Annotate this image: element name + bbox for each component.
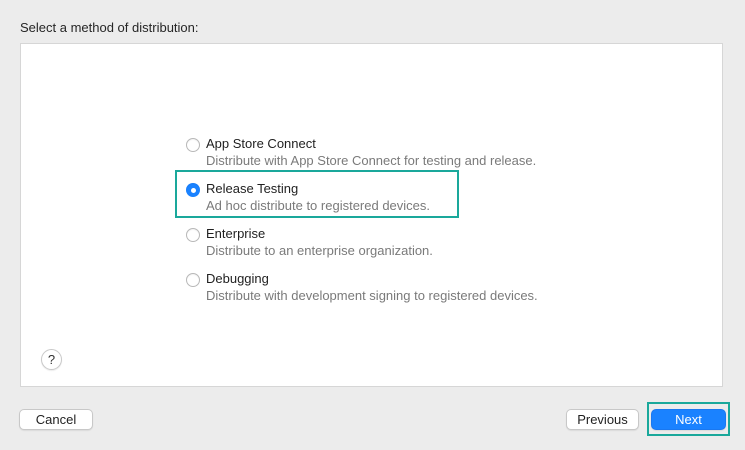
option-title: Release Testing	[206, 181, 299, 196]
help-button[interactable]: ?	[41, 349, 62, 370]
next-button[interactable]: Next	[651, 409, 726, 430]
radio-release-testing[interactable]	[186, 183, 200, 197]
radio-debugging[interactable]	[186, 273, 200, 287]
option-title: App Store Connect	[206, 136, 316, 151]
option-title: Debugging	[206, 271, 269, 286]
radio-dot-icon	[190, 187, 196, 193]
option-description: Ad hoc distribute to registered devices.	[206, 198, 431, 213]
dialog-heading: Select a method of distribution:	[20, 20, 199, 35]
option-title: Enterprise	[206, 226, 266, 241]
option-description: Distribute to an enterprise organization…	[206, 243, 433, 258]
radio-app-store-connect[interactable]	[186, 138, 200, 152]
distribution-dialog: Select a method of distribution: App Sto…	[0, 0, 745, 450]
previous-button[interactable]: Previous	[566, 409, 639, 430]
option-description: Distribute with App Store Connect for te…	[206, 153, 537, 168]
option-debugging[interactable]: Debugging Distribute with development si…	[186, 269, 566, 305]
option-release-testing[interactable]: Release Testing Ad hoc distribute to reg…	[186, 179, 456, 215]
radio-enterprise[interactable]	[186, 228, 200, 242]
cancel-button[interactable]: Cancel	[19, 409, 93, 430]
option-app-store-connect[interactable]: App Store Connect Distribute with App St…	[186, 134, 566, 170]
option-enterprise[interactable]: Enterprise Distribute to an enterprise o…	[186, 224, 456, 260]
option-description: Distribute with development signing to r…	[206, 288, 538, 303]
